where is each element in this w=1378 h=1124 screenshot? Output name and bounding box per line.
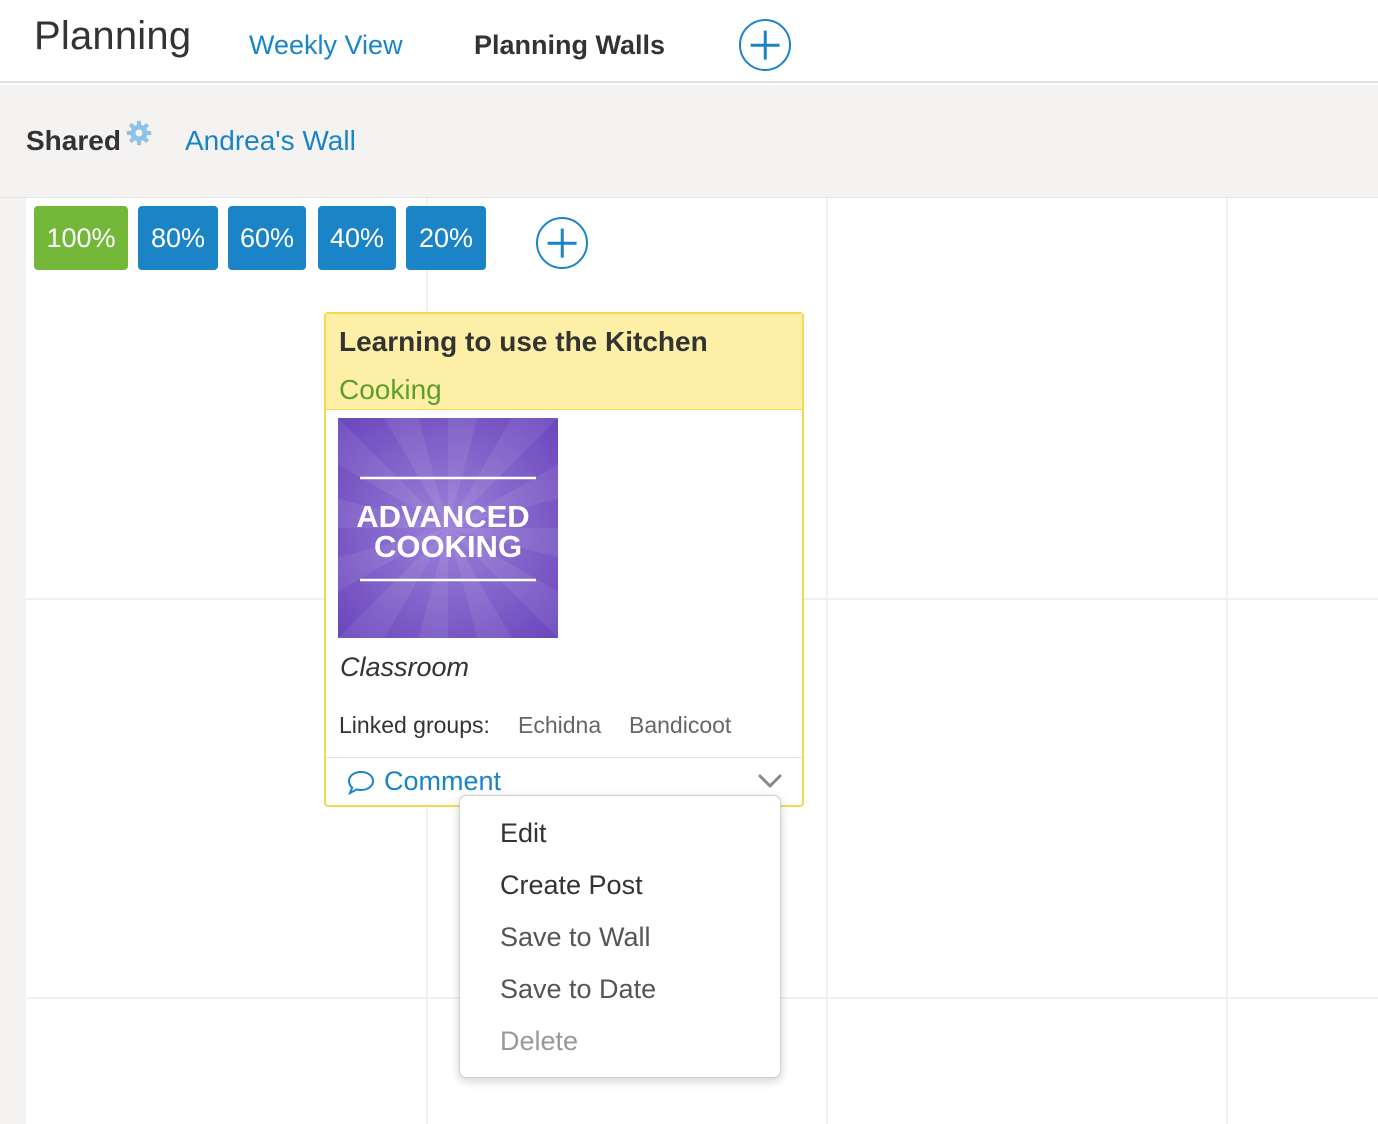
menu-item-create-post[interactable]: Create Post bbox=[500, 870, 643, 901]
linked-group-tag[interactable]: Bandicoot bbox=[629, 712, 731, 739]
zoom-60-button[interactable]: 60% bbox=[228, 206, 306, 270]
nav-weekly-view[interactable]: Weekly View bbox=[249, 30, 403, 61]
shared-label: Shared bbox=[26, 125, 121, 156]
card-subject: Cooking bbox=[339, 374, 442, 405]
add-card-plus-circle-icon[interactable] bbox=[536, 217, 588, 269]
zoom-80-button[interactable]: 80% bbox=[138, 206, 218, 270]
grid-column-divider bbox=[1226, 198, 1228, 1124]
speech-bubble-icon bbox=[347, 770, 375, 795]
comment-label: Comment bbox=[384, 766, 502, 796]
chevron-down-icon[interactable] bbox=[757, 772, 783, 790]
linked-groups-label: Linked groups: bbox=[339, 712, 490, 738]
menu-item-save-to-date[interactable]: Save to Date bbox=[500, 974, 656, 1005]
comment-button[interactable]: Comment bbox=[346, 766, 501, 797]
add-wall-plus-circle-icon[interactable] bbox=[739, 19, 791, 71]
card-location: Classroom bbox=[340, 652, 470, 682]
app-title: Planning bbox=[34, 14, 192, 58]
plan-card[interactable]: Learning to use the Kitchen Cooking ADVA… bbox=[324, 312, 804, 807]
left-margin bbox=[0, 198, 26, 1124]
grid-column-divider bbox=[826, 198, 828, 1124]
thumbnail-text-line2: COOKING bbox=[374, 529, 522, 564]
zoom-100-button[interactable]: 100% bbox=[34, 206, 128, 270]
card-actions-menu: Edit Create Post Save to Wall Save to Da… bbox=[459, 795, 781, 1078]
linked-group-tag[interactable]: Echidna bbox=[518, 712, 601, 739]
card-title: Learning to use the Kitchen bbox=[339, 326, 708, 357]
zoom-20-button[interactable]: 20% bbox=[406, 206, 486, 270]
card-header: Learning to use the Kitchen Cooking bbox=[326, 314, 802, 410]
wall-selector-bar: Shared Andrea's Wall bbox=[0, 85, 1378, 198]
menu-item-save-to-wall[interactable]: Save to Wall bbox=[500, 922, 651, 953]
nav-planning-walls[interactable]: Planning Walls bbox=[474, 30, 665, 61]
zoom-40-button[interactable]: 40% bbox=[318, 206, 396, 270]
menu-item-edit[interactable]: Edit bbox=[500, 818, 547, 849]
top-header: Planning Weekly View Planning Walls bbox=[0, 0, 1378, 83]
wall-link-andreas-wall[interactable]: Andrea's Wall bbox=[185, 125, 356, 157]
menu-item-delete[interactable]: Delete bbox=[500, 1026, 578, 1057]
card-footer-divider bbox=[326, 757, 802, 758]
card-thumbnail-image: ADVANCED COOKING bbox=[338, 418, 558, 638]
gear-icon[interactable] bbox=[125, 119, 153, 147]
